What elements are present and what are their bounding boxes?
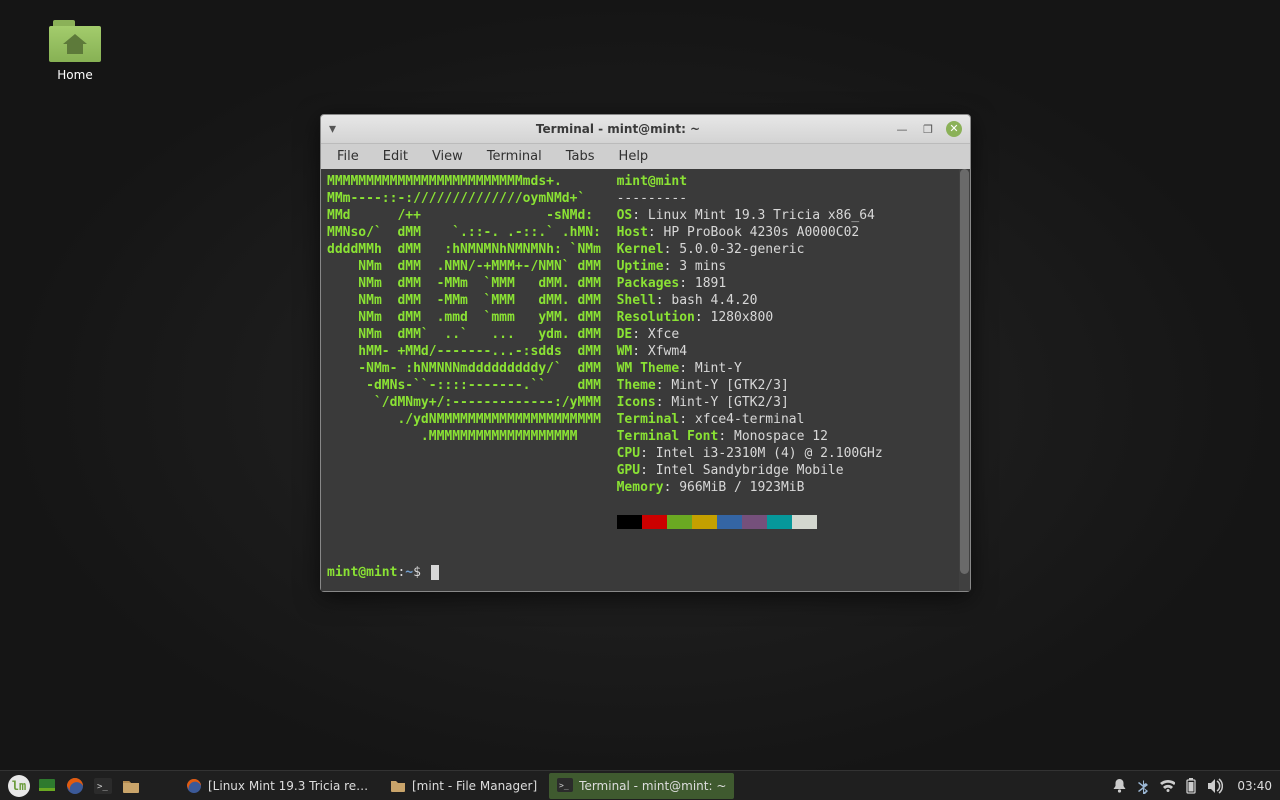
desktop-home-label: Home (40, 68, 110, 82)
window-title: Terminal - mint@mint: ~ (342, 122, 894, 136)
battery-icon[interactable] (1183, 778, 1199, 794)
terminal-window: ▾ Terminal - mint@mint: ~ — ❐ ✕ File Edi… (320, 114, 971, 592)
panel-separator (146, 773, 172, 799)
svg-text:>_: >_ (559, 781, 569, 790)
taskbar-task[interactable]: [Linux Mint 19.3 Tricia rele… (178, 773, 378, 799)
taskbar-task[interactable]: >_ Terminal - mint@mint: ~ (549, 773, 734, 799)
task-label: [mint - File Manager] (412, 779, 537, 793)
desktop-icon (38, 778, 56, 794)
menu-help[interactable]: Help (609, 146, 659, 167)
task-icon: >_ (557, 778, 573, 794)
taskbar-task[interactable]: [mint - File Manager] (382, 773, 545, 799)
bluetooth-icon[interactable] (1135, 778, 1151, 794)
terminal-launcher[interactable]: >_ (90, 773, 116, 799)
task-label: Terminal - mint@mint: ~ (579, 779, 726, 793)
network-icon[interactable] (1159, 778, 1175, 794)
task-label: [Linux Mint 19.3 Tricia rele… (208, 779, 370, 793)
menu-file[interactable]: File (327, 146, 369, 167)
svg-text:>_: >_ (97, 782, 108, 792)
firefox-icon (66, 777, 84, 795)
folder-icon (49, 20, 101, 62)
notifications-icon[interactable] (1111, 778, 1127, 794)
window-menu-dropdown-icon[interactable]: ▾ (329, 121, 336, 137)
system-tray: 03:40 (1111, 778, 1274, 794)
minimize-button[interactable]: — (894, 121, 910, 137)
terminal-area[interactable]: MMMMMMMMMMMMMMMMMMMMMMMMMmds+. mint@mint… (321, 169, 970, 591)
close-button[interactable]: ✕ (946, 121, 962, 137)
folder-icon (122, 778, 140, 794)
desktop-home-icon[interactable]: Home (40, 20, 110, 82)
show-desktop-button[interactable] (34, 773, 60, 799)
menubar: File Edit View Terminal Tabs Help (321, 143, 970, 169)
menu-terminal[interactable]: Terminal (477, 146, 552, 167)
terminal-scrollbar[interactable] (959, 169, 970, 591)
menu-tabs[interactable]: Tabs (556, 146, 605, 167)
task-icon (390, 778, 406, 794)
titlebar[interactable]: ▾ Terminal - mint@mint: ~ — ❐ ✕ (321, 115, 970, 143)
maximize-button[interactable]: ❐ (920, 121, 936, 137)
terminal-icon: >_ (94, 778, 112, 794)
volume-icon[interactable] (1207, 778, 1223, 794)
task-icon (186, 778, 202, 794)
taskbar: lm >_ [Linux Mint 19.3 Tricia rele… [mint… (0, 770, 1280, 800)
start-menu-button[interactable]: lm (6, 773, 32, 799)
mint-logo-icon: lm (8, 775, 30, 797)
menu-view[interactable]: View (422, 146, 473, 167)
menu-edit[interactable]: Edit (373, 146, 418, 167)
firefox-launcher[interactable] (62, 773, 88, 799)
panel-clock[interactable]: 03:40 (1237, 779, 1272, 793)
files-launcher[interactable] (118, 773, 144, 799)
